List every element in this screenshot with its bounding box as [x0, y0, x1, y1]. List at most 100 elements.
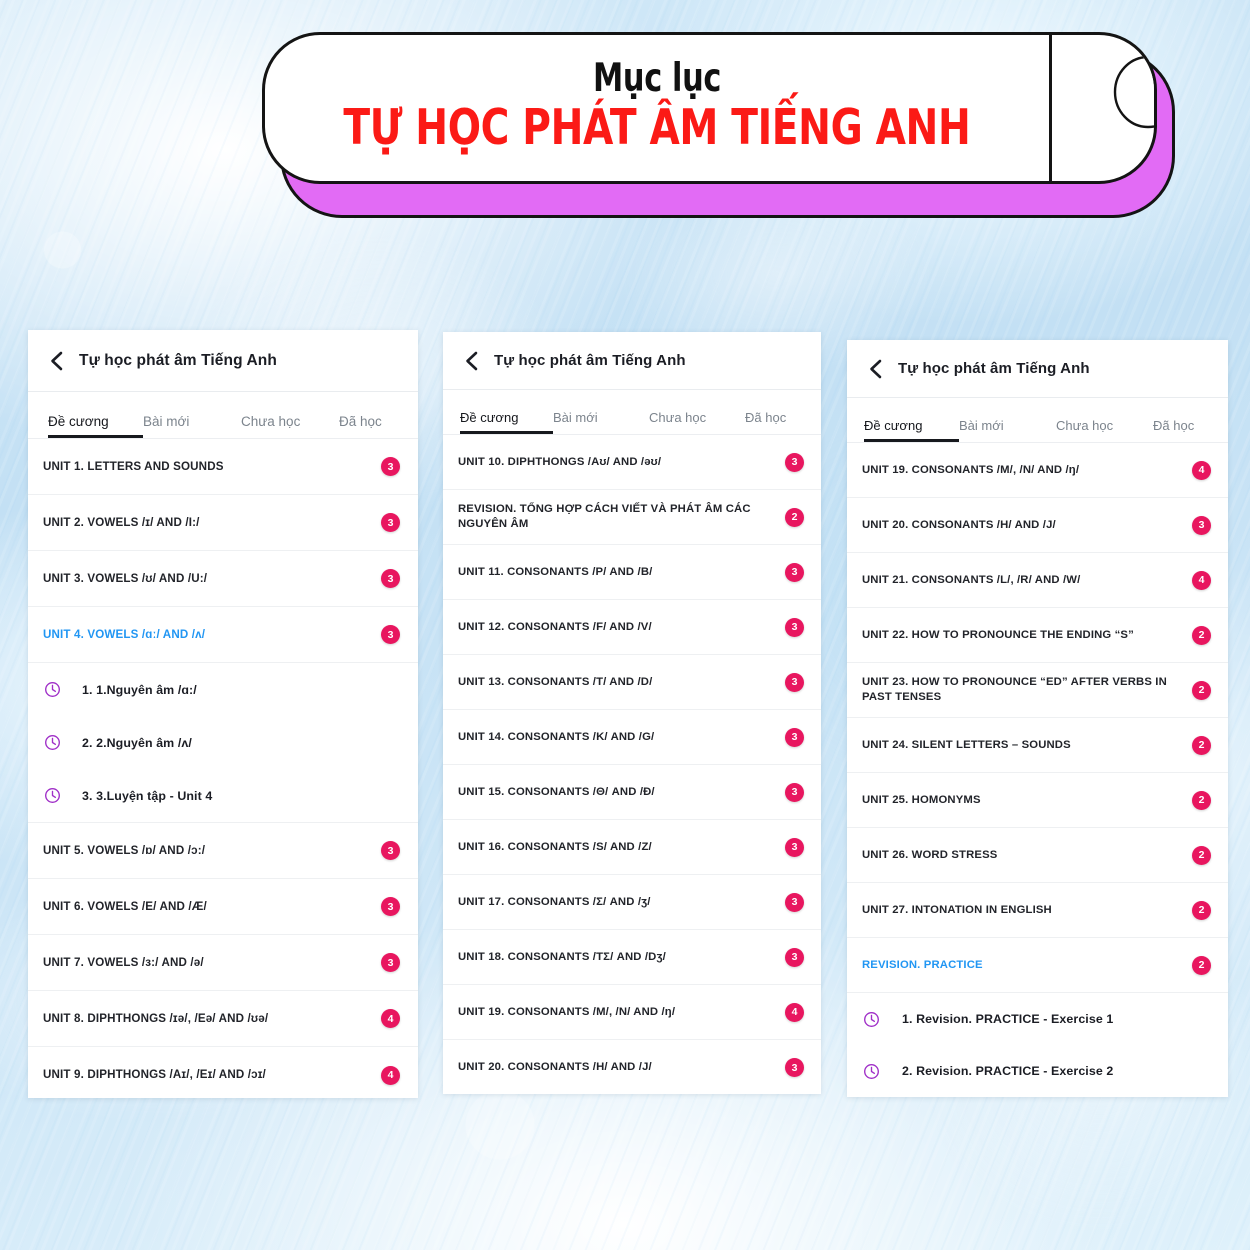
lesson-count-badge: 2 — [1192, 845, 1211, 865]
unit-row[interactable]: UNIT 16. CONSONANTS /S/ AND /Z/3 — [443, 820, 821, 875]
unit-row[interactable]: UNIT 4. VOWELS /ɑː/ AND /ʌ/3 — [28, 607, 418, 663]
tab-3[interactable]: Chưa học — [241, 414, 339, 438]
banner-box: Mục lục TỰ HỌC PHÁT ÂM TIẾNG ANH — [262, 32, 1157, 184]
unit-label: UNIT 2. VOWELS /ɪ/ AND /I:/ — [43, 515, 200, 529]
tab-label: Chưa học — [649, 410, 707, 425]
unit-label: UNIT 3. VOWELS /ʊ/ AND /U:/ — [43, 571, 208, 585]
unit-row[interactable]: UNIT 10. DIPHTHONGS /Aʊ/ AND /əʊ/3 — [443, 435, 821, 490]
unit-row[interactable]: UNIT 8. DIPHTHONGS /ɪə/, /Eə/ AND /ʊə/4 — [28, 991, 418, 1047]
unit-row[interactable]: UNIT 5. VOWELS /ɒ/ AND /ɔ:/ 3 — [28, 823, 418, 879]
chevron-left-icon[interactable] — [867, 358, 884, 380]
tab-label: Bài mới — [959, 418, 1004, 433]
unit-label: UNIT 12. CONSONANTS /F/ AND /V/ — [458, 620, 652, 633]
clock-icon — [44, 681, 61, 698]
tab-label: Đề cương — [864, 418, 923, 433]
lesson-count-badge: 4 — [381, 1009, 400, 1028]
unit-label: UNIT 26. WORD STRESS — [862, 848, 998, 861]
unit-row[interactable]: UNIT 2. VOWELS /ɪ/ AND /I:/ 3 — [28, 495, 418, 551]
unit-label: UNIT 21. CONSONANTS /L/, /R/ AND /W/ — [862, 573, 1081, 586]
unit-row[interactable]: UNIT 3. VOWELS /ʊ/ AND /U:/ 3 — [28, 551, 418, 607]
lesson-count-badge: 2 — [1192, 900, 1211, 920]
lesson-count-badge: 3 — [381, 953, 400, 972]
tab-1[interactable]: Đề cương — [864, 418, 959, 442]
lesson-label: 1. Revision. PRACTICE - Exercise 1 — [902, 1012, 1114, 1026]
page-title: Tự học phát âm Tiếng Anh — [79, 351, 277, 369]
unit-row[interactable]: UNIT 15. CONSONANTS /Θ/ AND /Đ/3 — [443, 765, 821, 820]
unit-row[interactable]: REVISION. TỔNG HỢP CÁCH VIẾT VÀ PHÁT ÂM … — [443, 490, 821, 545]
lesson-row[interactable]: 2. 2.Nguyên âm /ʌ/ — [28, 716, 418, 769]
unit-row[interactable]: UNIT 24. SILENT LETTERS – SOUNDS 2 — [847, 718, 1228, 773]
tab-label: Đề cương — [460, 410, 519, 425]
tab-2[interactable]: Bài mới — [959, 418, 1056, 442]
unit-row[interactable]: UNIT 25. HOMONYMS 2 — [847, 773, 1228, 828]
unit-row[interactable]: UNIT 9. DIPHTHONGS /Aɪ/, /Eɪ/ AND /ɔɪ/4 — [28, 1047, 418, 1098]
unit-row[interactable]: UNIT 1. LETTERS AND SOUNDS 3 — [28, 439, 418, 495]
chevron-left-icon[interactable] — [463, 350, 480, 372]
unit-row[interactable]: REVISION. PRACTICE 2 — [847, 938, 1228, 993]
unit-label: UNIT 19. CONSONANTS /M/, /N/ AND /ŋ/ — [862, 463, 1080, 476]
banner-text-area: Mục lục TỰ HỌC PHÁT ÂM TIẾNG ANH — [265, 35, 1049, 181]
tab-1[interactable]: Đề cương — [460, 410, 553, 434]
lesson-row[interactable]: 2. Revision. PRACTICE - Exercise 2 — [847, 1045, 1228, 1097]
panel-header: Tự học phát âm Tiếng Anh — [28, 330, 418, 392]
lesson-count-badge: 2 — [1192, 955, 1211, 975]
unit-row[interactable]: UNIT 19. CONSONANTS /M/, /N/ AND /ŋ/4 — [847, 443, 1228, 498]
unit-row[interactable]: UNIT 23. HOW TO PRONOUNCE “ED” AFTER VER… — [847, 663, 1228, 718]
tab-4[interactable]: Đã học — [745, 410, 786, 434]
unit-label: UNIT 17. CONSONANTS /Σ/ AND /ʒ/ — [458, 895, 651, 908]
tab-bar: Đề cương Bài mới Chưa học Đã học — [847, 398, 1228, 443]
unit-label: UNIT 27. INTONATION IN ENGLISH — [862, 903, 1052, 916]
unit-label: UNIT 5. VOWELS /ɒ/ AND /ɔ:/ — [43, 843, 206, 857]
tab-2[interactable]: Bài mới — [553, 410, 649, 434]
unit-label: UNIT 7. VOWELS /ɜ:/ AND /ə/ — [43, 955, 204, 969]
unit-row[interactable]: UNIT 13. CONSONANTS /T/ AND /D/3 — [443, 655, 821, 710]
unit-row[interactable]: UNIT 14. CONSONANTS /K/ AND /G/3 — [443, 710, 821, 765]
unit-row[interactable]: UNIT 6. VOWELS /E/ AND /Æ/3 — [28, 879, 418, 935]
lesson-count-badge: 2 — [1192, 735, 1211, 755]
unit-row[interactable]: UNIT 21. CONSONANTS /L/, /R/ AND /W/4 — [847, 553, 1228, 608]
lesson-count-badge: 3 — [381, 569, 400, 588]
lesson-label: 2. 2.Nguyên âm /ʌ/ — [82, 735, 192, 750]
panel-header: Tự học phát âm Tiếng Anh — [847, 340, 1228, 398]
unit-label: UNIT 19. CONSONANTS /M/, /N/ AND /ŋ/ — [458, 1005, 676, 1018]
lesson-label: 1. 1.Nguyên âm /ɑ:/ — [82, 682, 197, 697]
unit-row[interactable]: UNIT 20. CONSONANTS /H/ AND /J/3 — [443, 1040, 821, 1094]
unit-label: UNIT 15. CONSONANTS /Θ/ AND /Đ/ — [458, 785, 655, 798]
unit-row[interactable]: UNIT 17. CONSONANTS /Σ/ AND /ʒ/3 — [443, 875, 821, 930]
lesson-row[interactable]: 1. Revision. PRACTICE - Exercise 1 — [847, 993, 1228, 1045]
unit-row[interactable]: UNIT 22. HOW TO PRONOUNCE THE ENDING “S”… — [847, 608, 1228, 663]
tab-bar: Đề cương Bài mới Chưa học Đã học — [443, 390, 821, 435]
lesson-count-badge: 2 — [785, 507, 804, 527]
lesson-count-badge: 3 — [785, 452, 804, 472]
tab-4[interactable]: Đã học — [339, 414, 382, 438]
tab-2[interactable]: Bài mới — [143, 414, 241, 438]
tab-1[interactable]: Đề cương — [48, 414, 143, 438]
unit-row[interactable]: UNIT 11. CONSONANTS /P/ AND /B/3 — [443, 545, 821, 600]
lesson-count-badge: 3 — [1192, 515, 1211, 535]
lesson-count-badge: 3 — [785, 837, 804, 857]
header-banner: Mục lục TỰ HỌC PHÁT ÂM TIẾNG ANH — [262, 32, 1175, 218]
course-panel-2: Tự học phát âm Tiếng Anh Đề cương Bài mới C… — [443, 332, 821, 1094]
unit-row[interactable]: UNIT 18. CONSONANTS /TΣ/ AND /Dʒ/3 — [443, 930, 821, 985]
tab-label: Chưa học — [241, 414, 301, 429]
lesson-count-badge: 3 — [785, 892, 804, 912]
unit-row[interactable]: UNIT 12. CONSONANTS /F/ AND /V/3 — [443, 600, 821, 655]
unit-label: UNIT 11. CONSONANTS /P/ AND /B/ — [458, 565, 653, 578]
unit-label: UNIT 6. VOWELS /E/ AND /Æ/ — [43, 899, 207, 913]
unit-label: UNIT 18. CONSONANTS /TΣ/ AND /Dʒ/ — [458, 950, 666, 963]
clock-icon — [863, 1011, 880, 1028]
tab-4[interactable]: Đã học — [1153, 418, 1194, 442]
chevron-left-icon[interactable] — [48, 350, 65, 372]
unit-row[interactable]: UNIT 27. INTONATION IN ENGLISH 2 — [847, 883, 1228, 938]
tab-label: Đã học — [745, 410, 787, 425]
tab-3[interactable]: Chưa học — [649, 410, 745, 434]
unit-row[interactable]: UNIT 20. CONSONANTS /H/ AND /J/3 — [847, 498, 1228, 553]
lesson-row[interactable]: 1. 1.Nguyên âm /ɑ:/ — [28, 663, 418, 716]
tab-label: Chưa học — [1056, 418, 1114, 433]
unit-row[interactable]: UNIT 26. WORD STRESS 2 — [847, 828, 1228, 883]
unit-row[interactable]: UNIT 19. CONSONANTS /M/, /N/ AND /ŋ/4 — [443, 985, 821, 1040]
unit-row[interactable]: UNIT 7. VOWELS /ɜ:/ AND /ə/3 — [28, 935, 418, 991]
tab-3[interactable]: Chưa học — [1056, 418, 1153, 442]
lesson-row[interactable]: 3. 3.Luyện tập - Unit 4 — [28, 769, 418, 822]
lesson-count-badge: 2 — [1192, 680, 1211, 700]
